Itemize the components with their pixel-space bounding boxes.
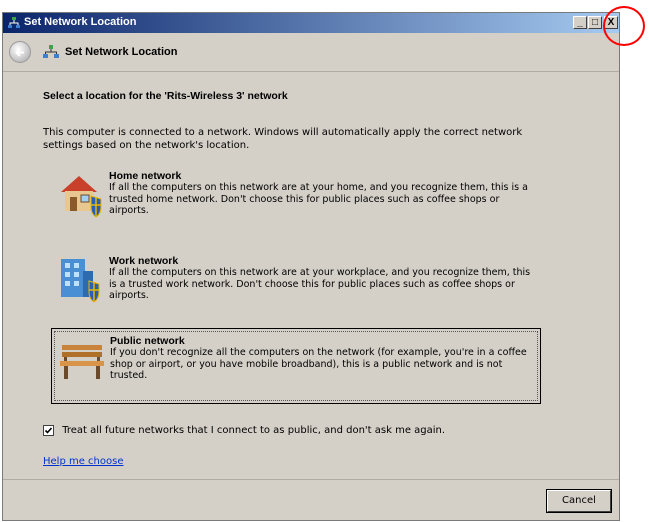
work-network-option[interactable]: Work network If all the computers on thi… [51,249,541,325]
work-network-description: If all the computers on this network are… [109,267,531,301]
close-button-highlight [603,6,645,46]
location-heading: Select a location for the 'Rits-Wireless… [43,90,288,102]
park-bench-icon [60,345,104,379]
public-network-title: Public network [110,335,185,347]
checkmark-icon [44,427,53,434]
minimize-button[interactable]: _ [573,16,587,29]
back-button[interactable] [9,41,31,63]
window-title: Set Network Location [24,16,137,28]
set-network-location-window: Set Network Location _ □ X Set Network L… [2,12,620,521]
public-network-option[interactable]: Public network If you don't recognize al… [51,328,541,404]
page-title: Set Network Location [65,46,178,58]
title-bar[interactable]: Set Network Location _ □ X [3,13,619,33]
help-me-choose-link[interactable]: Help me choose [43,456,123,467]
cancel-button[interactable]: Cancel [546,489,612,513]
network-icon [8,17,20,28]
public-network-description: If you don't recognize all the computers… [110,347,527,381]
home-network-title: Home network [109,170,182,182]
office-building-icon [61,259,100,303]
intro-text: This computer is connected to a network.… [43,127,523,151]
treat-as-public-checkbox[interactable] [43,425,54,436]
home-network-description: If all the computers on this network are… [109,182,528,216]
treat-as-public-label[interactable]: Treat all future networks that I connect… [62,425,445,436]
navigation-bar: Set Network Location [3,33,619,72]
dialog-footer: Cancel [3,479,619,522]
home-network-option[interactable]: Home network If all the computers on thi… [51,164,541,240]
maximize-button[interactable]: □ [588,16,602,29]
home-icon [61,176,102,218]
treat-as-public-row: Treat all future networks that I connect… [43,425,445,437]
work-network-title: Work network [109,255,179,267]
back-arrow-icon [15,48,24,57]
network-icon [43,45,59,58]
